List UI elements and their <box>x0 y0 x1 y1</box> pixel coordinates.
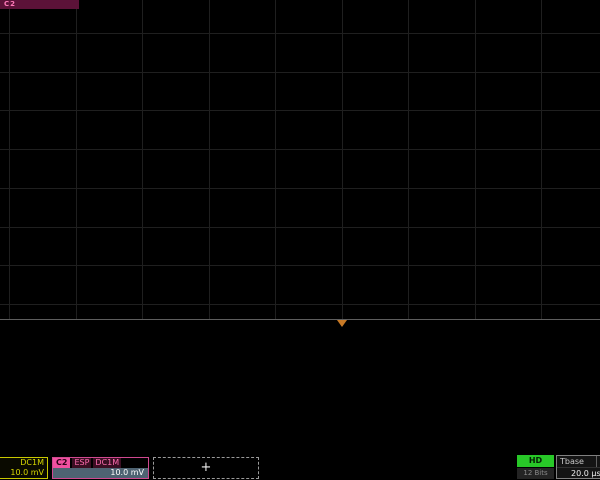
tbase-divider <box>596 456 597 467</box>
channel-c2-descriptor[interactable]: C2 ESP DC1M 10.0 mV <box>52 457 149 479</box>
trigger-position-icon <box>337 320 347 327</box>
c2-scale: 10.0 mV <box>53 468 148 478</box>
c1-scale: 10.0 mV <box>0 468 47 478</box>
trace-label-badge: C2 <box>0 0 79 9</box>
add-trace-button[interactable]: + <box>153 457 259 479</box>
hd-mode-badge[interactable]: HD <box>517 455 554 467</box>
waveform-display <box>0 0 600 458</box>
channel-c1-descriptor[interactable]: DC1M 10.0 mV <box>0 457 48 479</box>
c2-channel-badge: C2 <box>53 458 70 468</box>
oscilloscope-screen: C2 DC1M 10.0 mV C2 ESP DC1M 10.0 mV + HD… <box>0 0 600 480</box>
c2-tag-esp: ESP <box>72 458 91 468</box>
c1-coupling: DC1M <box>0 458 47 468</box>
c2-tag-coupling: DC1M <box>93 458 121 468</box>
tbase-title: Tbase <box>560 457 584 466</box>
plus-icon: + <box>201 460 212 475</box>
adc-bits-label: 12 Bits <box>517 468 554 479</box>
graticule-grid <box>0 0 600 320</box>
timebase-descriptor[interactable]: Tbase 20.0 µs/div <box>556 455 600 479</box>
tbase-value: 20.0 µs/div <box>557 468 600 479</box>
